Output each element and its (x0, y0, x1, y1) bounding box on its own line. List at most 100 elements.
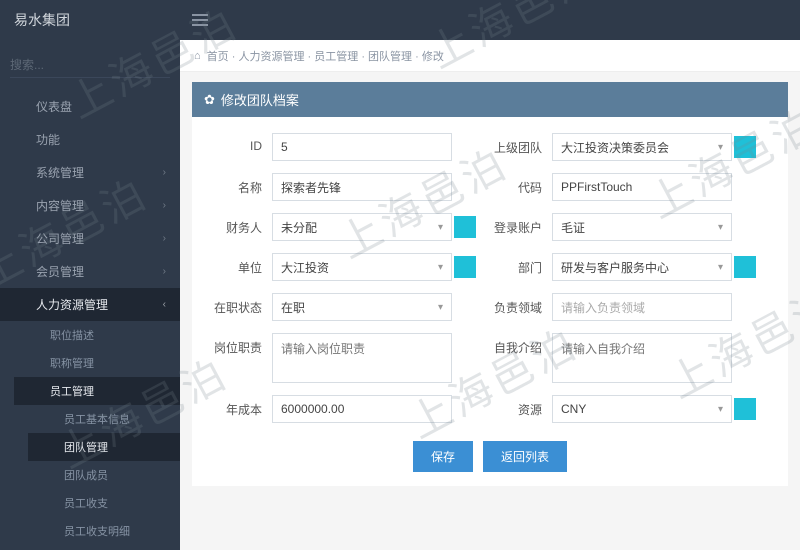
breadcrumb-item[interactable]: 修改 (422, 51, 444, 63)
unit-more-button[interactable] (454, 256, 476, 278)
chevron-icon: › (163, 233, 166, 244)
status-label: 在职状态 (202, 293, 272, 316)
brand-title: 易水集团 (0, 10, 180, 30)
dept-more-button[interactable] (734, 256, 756, 278)
chevron-down-icon: ▾ (438, 302, 443, 313)
sidebar-item[interactable]: 职称管理 (14, 349, 180, 377)
sidebar-item[interactable]: 系统管理 › (0, 156, 180, 189)
cost-input[interactable]: 6000000.00 (272, 395, 452, 423)
link-icon (28, 356, 42, 370)
sidebar-item-label: 公司管理 (36, 230, 84, 247)
chevron-down-icon: ▾ (718, 262, 723, 273)
sidebar-item[interactable]: 职位描述 (14, 321, 180, 349)
currency-select[interactable]: CNY▾ (552, 395, 732, 423)
code-input[interactable]: PPFirstTouch (552, 173, 732, 201)
sidebar-item[interactable]: 员工管理 (14, 377, 180, 405)
parent-team-select[interactable]: 大江投资决策委员会▾ (552, 133, 732, 161)
domain-label: 负责领域 (482, 293, 552, 316)
intro-textarea[interactable] (552, 333, 732, 383)
sidebar-item[interactable]: 内容管理 › (0, 189, 180, 222)
breadcrumb-item[interactable]: 团队管理 (368, 51, 412, 63)
sidebar-item-label: 团队管理 (64, 439, 108, 455)
chevron-down-icon: ▾ (438, 262, 443, 273)
domain-input[interactable]: 请输入负责领域 (552, 293, 732, 321)
chevron-icon: ‹ (163, 299, 166, 310)
dept-label: 部门 (482, 253, 552, 276)
link-icon (28, 328, 42, 342)
sidebar-item[interactable]: 团队管理 (28, 433, 180, 461)
layers-icon (14, 199, 28, 213)
chevron-down-icon: ▾ (438, 222, 443, 233)
sidebar-item-label: 系统管理 (36, 164, 84, 181)
breadcrumb-item[interactable]: 首页 (207, 51, 229, 63)
sidebar-item-label: 内容管理 (36, 197, 84, 214)
id-input[interactable] (272, 133, 452, 161)
status-select[interactable]: 在职▾ (272, 293, 452, 321)
duty-textarea[interactable] (272, 333, 452, 383)
chevron-icon: › (163, 200, 166, 211)
search-input[interactable]: 搜索... (10, 52, 170, 78)
chevron-icon: › (163, 167, 166, 178)
sidebar-item-label: 职位描述 (50, 327, 94, 343)
sidebar-item-label: 职称管理 (50, 355, 94, 371)
unit-label: 单位 (202, 253, 272, 276)
users-icon (14, 298, 28, 312)
sliders-icon (14, 166, 28, 180)
sidebar-item[interactable]: 功能 (0, 123, 180, 156)
back-button[interactable]: 返回列表 (483, 441, 567, 472)
home-icon (14, 100, 28, 114)
sidebar-item-label: 仪表盘 (36, 98, 72, 115)
sidebar-item-label: 会员管理 (36, 263, 84, 280)
sidebar-item-label: 团队成员 (64, 467, 108, 483)
intro-label: 自我介绍 (482, 333, 552, 356)
login-select[interactable]: 毛证▾ (552, 213, 732, 241)
id-label: ID (202, 133, 272, 153)
list-icon (42, 524, 56, 538)
trophy-icon (14, 265, 28, 279)
person-icon (42, 412, 56, 426)
sidebar-item-label: 员工收支明细 (64, 523, 130, 539)
sidebar-item-label: 员工基本信息 (64, 411, 130, 427)
breadcrumb-item[interactable]: 员工管理 (314, 51, 358, 63)
sidebar-item[interactable]: 员工收支 (28, 489, 180, 517)
sidebar-item[interactable]: 员工收支明细 (28, 517, 180, 545)
currency-more-button[interactable] (734, 398, 756, 420)
login-label: 登录账户 (482, 213, 552, 236)
sidebar-item-label: 人力资源管理 (36, 296, 108, 313)
sidebar-item-label: 员工管理 (50, 383, 94, 399)
finance-label: 财务人 (202, 213, 272, 236)
currency-label: 资源 (482, 395, 552, 418)
globe-icon (14, 133, 28, 147)
sidebar-item[interactable]: 人力资源管理 ‹ (0, 288, 180, 321)
menu-toggle-icon[interactable] (180, 14, 220, 26)
sidebar-item[interactable]: 员工基本信息 (28, 405, 180, 433)
sidebar-item-label: 员工收支 (64, 495, 108, 511)
breadcrumb-item[interactable]: 人力资源管理 (238, 51, 304, 63)
sidebar-item[interactable]: 公司管理 › (0, 222, 180, 255)
duty-label: 岗位职责 (202, 333, 272, 356)
sidebar-item[interactable]: 会员管理 › (0, 255, 180, 288)
parent-label: 上级团队 (482, 133, 552, 156)
finance-select[interactable]: 未分配▾ (272, 213, 452, 241)
name-input[interactable]: 探索者先锋 (272, 173, 452, 201)
person-icon (28, 384, 42, 398)
parent-more-button[interactable] (734, 136, 756, 158)
sidebar: 搜索... 仪表盘功能系统管理 › 内容管理 › 公司管理 › 会员管理 › 人力资源管理 ‹ 职位… (0, 0, 180, 550)
breadcrumb: ⌂ 首页 · 人力资源管理 · 员工管理 · 团队管理 · 修改 (180, 40, 800, 72)
chevron-down-icon: ▾ (718, 404, 723, 415)
dept-select[interactable]: 研发与客户服务中心▾ (552, 253, 732, 281)
unit-select[interactable]: 大江投资▾ (272, 253, 452, 281)
save-button[interactable]: 保存 (413, 441, 473, 472)
gear-icon: ✿ (204, 92, 215, 108)
code-label: 代码 (482, 173, 552, 196)
person-icon (42, 468, 56, 482)
chevron-down-icon: ▾ (718, 142, 723, 153)
users-icon (42, 440, 56, 454)
sidebar-item[interactable]: 团队成员 (28, 461, 180, 489)
home-icon: ⌂ (194, 50, 201, 62)
sidebar-item[interactable]: 仪表盘 (0, 90, 180, 123)
panel-header: ✿ 修改团队档案 (192, 82, 788, 117)
panel-title: 修改团队档案 (221, 90, 299, 109)
chevron-icon: › (163, 266, 166, 277)
finance-more-button[interactable] (454, 216, 476, 238)
